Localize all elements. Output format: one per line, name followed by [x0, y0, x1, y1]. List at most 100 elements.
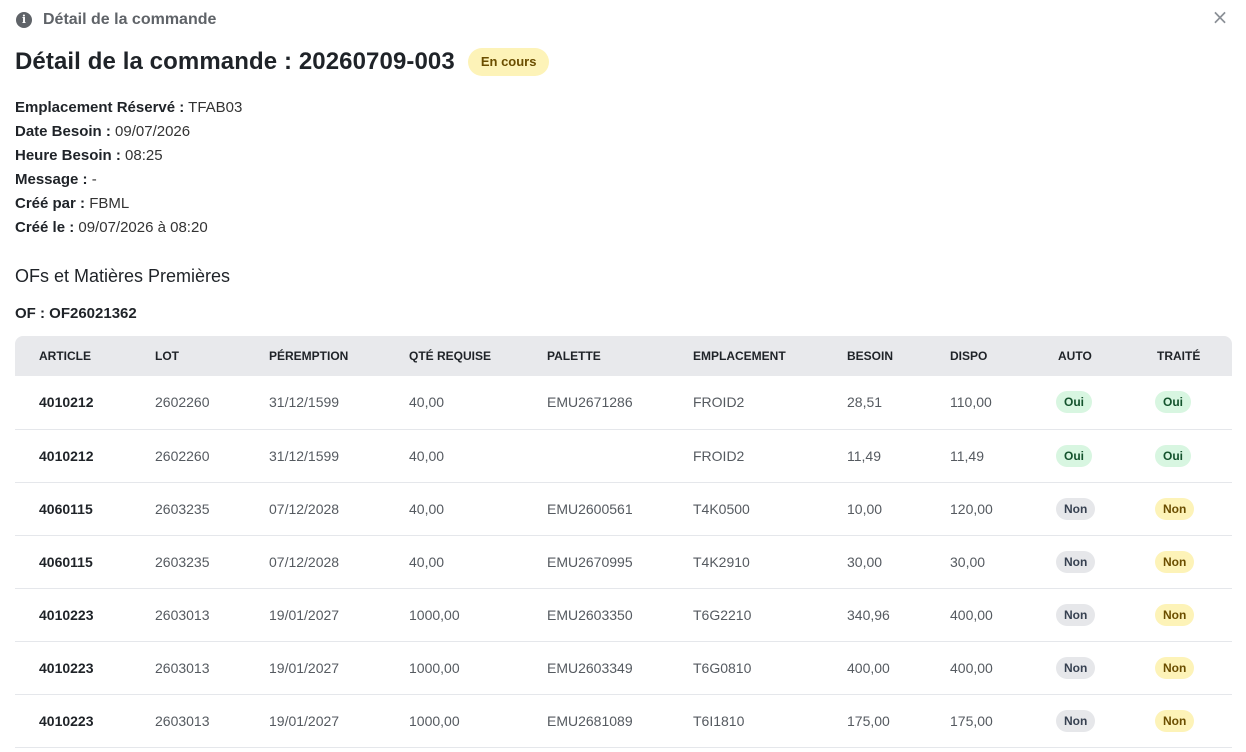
- cell-dispo: 11,49: [950, 447, 984, 464]
- cell-emplacement: FROID2: [693, 394, 745, 411]
- cell-lot: 2603235: [155, 553, 210, 570]
- page-title: Détail de la commande : 20260709-003: [15, 48, 455, 75]
- cell-palette: EMU2670995: [547, 553, 633, 570]
- cell-dispo: 400,00: [950, 659, 993, 676]
- of-label: OF : OF26021362: [15, 305, 137, 322]
- column-header[interactable]: DISPO: [926, 336, 1034, 376]
- cell-auto: Non: [1034, 482, 1133, 535]
- traite-badge: Oui: [1155, 391, 1191, 414]
- cell-lot: 2602260: [155, 394, 210, 411]
- cell-dispo: 30,00: [950, 553, 986, 570]
- cell-traite: Oui: [1133, 429, 1232, 482]
- info-date-besoin: Date Besoin : 09/07/2026: [15, 120, 242, 144]
- column-header[interactable]: LOT: [131, 336, 245, 376]
- order-info: Emplacement Réservé : TFAB03 Date Besoin…: [15, 96, 242, 240]
- table-row[interactable]: 4010212 2602260 31/12/1599 40,00 FROID2 11,49…: [15, 429, 1232, 482]
- table-row[interactable]: 4060115 2603235 07/12/2028 40,00 EMU2600561 T…: [15, 482, 1232, 535]
- auto-badge: Oui: [1056, 444, 1092, 467]
- cell-peremption: 31/12/1599: [269, 394, 340, 411]
- cell-palette: EMU2600561: [547, 500, 633, 517]
- status-badge: En cours: [467, 48, 550, 76]
- cell-besoin: 175,00: [847, 712, 890, 729]
- cell-lot: 2603013: [155, 659, 210, 676]
- cell-auto: Non: [1034, 641, 1133, 694]
- cell-qte: 1000,00: [409, 659, 460, 676]
- info-value: TFAB03: [188, 99, 243, 116]
- column-header[interactable]: TRAITÉ: [1133, 336, 1232, 376]
- auto-badge: Non: [1056, 603, 1096, 626]
- cell-qte: 40,00: [409, 500, 445, 517]
- column-header[interactable]: AUTO: [1034, 336, 1133, 376]
- column-header[interactable]: ARTICLE: [15, 336, 131, 376]
- info-label: Heure Besoin :: [15, 147, 121, 164]
- auto-badge: Non: [1056, 550, 1096, 573]
- section-title: OFs et Matières Premières: [15, 266, 231, 286]
- cell-emplacement: FROID2: [693, 447, 745, 464]
- cell-qte: 40,00: [409, 447, 445, 464]
- info-heure-besoin: Heure Besoin : 08:25: [15, 144, 242, 168]
- info-message: Message : -: [15, 168, 242, 192]
- cell-qte: 40,00: [409, 394, 445, 411]
- cell-article: 4060115: [39, 500, 93, 517]
- cell-traite: Non: [1133, 535, 1232, 588]
- cell-lot: 2603013: [155, 606, 210, 623]
- cell-emplacement: T6I1810: [693, 712, 745, 729]
- cell-traite: Non: [1133, 641, 1232, 694]
- column-header[interactable]: BESOIN: [823, 336, 926, 376]
- cell-lot: 2603013: [155, 712, 210, 729]
- materials-table: ARTICLE LOT PÉREMPTION QTÉ REQUISE PALET…: [15, 336, 1232, 748]
- cell-palette: EMU2671286: [547, 394, 633, 411]
- traite-badge: Non: [1155, 550, 1195, 573]
- cell-peremption: 07/12/2028: [269, 500, 340, 517]
- traite-badge: Non: [1155, 709, 1195, 732]
- modal-header: i Détail de la commande: [16, 8, 216, 32]
- cell-article: 4010212: [39, 394, 94, 411]
- info-value: 09/07/2026: [115, 123, 191, 140]
- cell-article: 4010223: [39, 606, 94, 623]
- cell-besoin: 400,00: [847, 659, 890, 676]
- cell-dispo: 120,00: [950, 500, 993, 517]
- close-button[interactable]: ×: [1210, 7, 1230, 27]
- info-label: Créé par :: [15, 195, 86, 212]
- cell-traite: Non: [1133, 588, 1232, 641]
- cell-emplacement: T6G2210: [693, 606, 752, 623]
- cell-article: 4060115: [39, 553, 93, 570]
- cell-auto: Non: [1034, 588, 1133, 641]
- info-value: -: [91, 171, 97, 188]
- cell-qte: 1000,00: [409, 606, 460, 623]
- info-emplacement: Emplacement Réservé : TFAB03: [15, 96, 242, 120]
- column-header[interactable]: PALETTE: [523, 336, 669, 376]
- cell-peremption: 31/12/1599: [269, 447, 340, 464]
- table-header: ARTICLE LOT PÉREMPTION QTÉ REQUISE PALET…: [15, 336, 1232, 376]
- cell-besoin: 340,96: [847, 606, 890, 623]
- info-icon: i: [16, 12, 32, 28]
- cell-peremption: 19/01/2027: [269, 659, 340, 676]
- info-label: Créé le :: [15, 219, 75, 236]
- table-row[interactable]: 4010212 2602260 31/12/1599 40,00 EMU2671286 F…: [15, 376, 1232, 429]
- column-header[interactable]: PÉREMPTION: [245, 336, 385, 376]
- info-cree-le: Créé le : 09/07/2026 à 08:20: [15, 216, 242, 240]
- cell-emplacement: T6G0810: [693, 659, 752, 676]
- info-value: 09/07/2026 à 08:20: [78, 219, 208, 236]
- column-header[interactable]: QTÉ REQUISE: [385, 336, 523, 376]
- auto-badge: Oui: [1056, 391, 1092, 414]
- table-row[interactable]: 4010223 2603013 19/01/2027 1000,00 EMU260335…: [15, 588, 1232, 641]
- table-row[interactable]: 4010223 2603013 19/01/2027 1000,00 EMU260334…: [15, 641, 1232, 694]
- cell-traite: Non: [1133, 482, 1232, 535]
- cell-palette: EMU2603350: [547, 606, 633, 623]
- cell-besoin: 11,49: [847, 447, 881, 464]
- cell-article: 4010212: [39, 447, 94, 464]
- cell-emplacement: T4K0500: [693, 500, 750, 517]
- cell-palette: EMU2681089: [547, 712, 633, 729]
- cell-dispo: 175,00: [950, 712, 993, 729]
- auto-badge: Non: [1056, 497, 1096, 520]
- traite-badge: Non: [1155, 603, 1195, 626]
- auto-badge: Non: [1056, 709, 1096, 732]
- cell-palette: [523, 429, 669, 482]
- column-header[interactable]: EMPLACEMENT: [669, 336, 823, 376]
- table-row[interactable]: 4060115 2603235 07/12/2028 40,00 EMU2670995 T…: [15, 535, 1232, 588]
- traite-badge: Non: [1155, 497, 1195, 520]
- cell-auto: Oui: [1034, 429, 1133, 482]
- cell-peremption: 07/12/2028: [269, 553, 340, 570]
- table-row[interactable]: 4010223 2603013 19/01/2027 1000,00 EMU268108…: [15, 694, 1232, 747]
